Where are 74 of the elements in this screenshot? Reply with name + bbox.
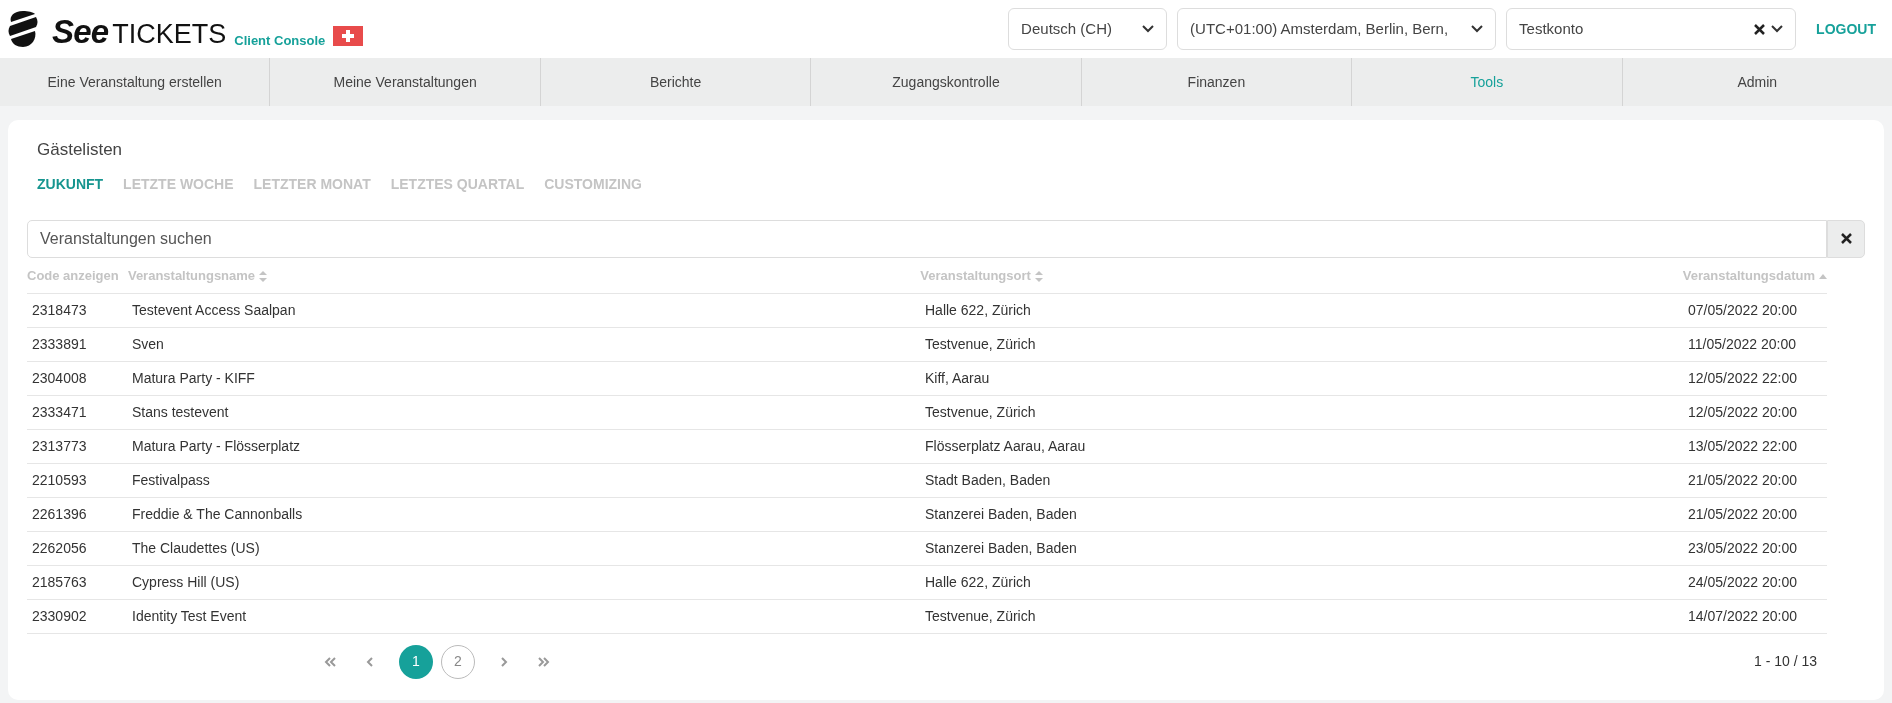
table-cell: 2210593 <box>32 472 87 488</box>
table-cell: Testvenue, Zürich <box>925 336 1036 352</box>
search-field[interactable]: Veranstaltungen suchen <box>27 219 1827 258</box>
table-cell: Stanzerei Baden, Baden <box>925 506 1077 522</box>
client-console-label: Client Console <box>234 34 326 47</box>
nav-tab[interactable]: Berichte <box>539 58 811 106</box>
sort-up-icon[interactable] <box>1819 273 1827 279</box>
table-cell: The Claudettes (US) <box>132 540 260 556</box>
table-cell: 2330902 <box>32 608 87 624</box>
logout-link[interactable]: LOGOUT <box>1816 18 1876 40</box>
table-cell: Identity Test Event <box>132 608 247 624</box>
table-cell: 11/05/2022 20:00 <box>1688 336 1796 352</box>
table-cell: 2261396 <box>32 506 87 522</box>
table-cell: 2185763 <box>32 574 87 590</box>
select-field[interactable]: (UTC+01:00) Amsterdam, Berlin, Bern, <box>1177 8 1497 50</box>
chevron-down-icon <box>1471 25 1484 33</box>
table-cell: Testvenue, Zürich <box>925 404 1036 420</box>
table-cell: 12/05/2022 20:00 <box>1688 404 1797 420</box>
filter-tab[interactable]: ZUKUNFT <box>37 173 104 195</box>
table-cell: 2304008 <box>32 370 87 386</box>
nav-tab[interactable]: Eine Veranstaltung erstellen <box>0 58 270 106</box>
select-field[interactable]: Testkonto <box>1506 8 1797 50</box>
table-cell: Stans testevent <box>132 404 229 420</box>
brand-name: TICKETS <box>112 21 227 48</box>
table-cell: Stanzerei Baden, Baden <box>925 540 1077 556</box>
table-cell: 13/05/2022 22:00 <box>1688 438 1797 454</box>
chevron-icon <box>538 656 550 667</box>
table-cell: 21/05/2022 20:00 <box>1688 472 1797 488</box>
table-cell: 12/05/2022 22:00 <box>1688 370 1797 386</box>
page-range: 1 - 10 / 13 <box>1753 652 1817 671</box>
table-cell: 14/07/2022 20:00 <box>1688 608 1797 624</box>
table-cell: Flösserplatz Aarau, Aarau <box>925 438 1086 454</box>
table-cell: Testevent Access Saalpan <box>132 302 296 318</box>
table-cell: 2262056 <box>32 540 87 556</box>
chevron-down-icon <box>1771 25 1784 33</box>
table-cell: Kiff, Aarau <box>925 370 990 386</box>
close-icon <box>1840 233 1852 244</box>
table-cell: 2318473 <box>32 302 87 318</box>
table-cell: Freddie & The Cannonballs <box>132 506 303 522</box>
table-cell: Sven <box>132 336 164 352</box>
table-cell: 2333471 <box>32 404 87 420</box>
clear-search-button[interactable] <box>1827 219 1865 258</box>
table-cell: 2313773 <box>32 438 87 454</box>
brand-name: See <box>52 15 109 48</box>
nav-tab[interactable]: Zugangskontrolle <box>810 58 1081 106</box>
clear-icon[interactable] <box>1754 23 1766 35</box>
table-cell: 23/05/2022 20:00 <box>1688 540 1797 556</box>
nav-tab[interactable]: Tools <box>1351 58 1622 106</box>
page-button[interactable]: 1 <box>399 644 433 679</box>
table-cell: Matura Party - KIFF <box>132 370 255 386</box>
nav-tab[interactable]: Finanzen <box>1080 58 1352 106</box>
table-cell: Halle 622, Zürich <box>925 574 1031 590</box>
table-cell: Stadt Baden, Baden <box>925 472 1051 488</box>
chevron-icon <box>498 656 510 667</box>
table-cell: Testvenue, Zürich <box>925 608 1036 624</box>
table-cell: 2333891 <box>32 336 87 352</box>
chevron-down-icon <box>1142 25 1155 33</box>
table-cell: Cypress Hill (US) <box>132 574 240 590</box>
page-title: Gästelisten <box>36 139 124 161</box>
chevron-icon <box>364 656 376 667</box>
table-cell: 21/05/2022 20:00 <box>1688 506 1797 522</box>
table-cell: 07/05/2022 20:00 <box>1688 302 1797 318</box>
nav-tab[interactable]: Admin <box>1621 58 1892 106</box>
sort-icon[interactable] <box>259 270 268 282</box>
logo-icon <box>8 10 38 48</box>
nav-tab[interactable]: Meine Veranstaltungen <box>269 58 540 106</box>
sort-icon[interactable] <box>1034 270 1043 282</box>
select-field[interactable]: Deutsch (CH) <box>1008 8 1168 50</box>
table-cell: 24/05/2022 20:00 <box>1688 574 1797 590</box>
chevron-icon <box>324 656 336 667</box>
table-cell: Halle 622, Zürich <box>925 302 1031 318</box>
table-cell: Matura Party - Flösserplatz <box>132 438 301 454</box>
table-cell: Festivalpass <box>132 472 210 488</box>
flag-icon <box>333 26 364 46</box>
